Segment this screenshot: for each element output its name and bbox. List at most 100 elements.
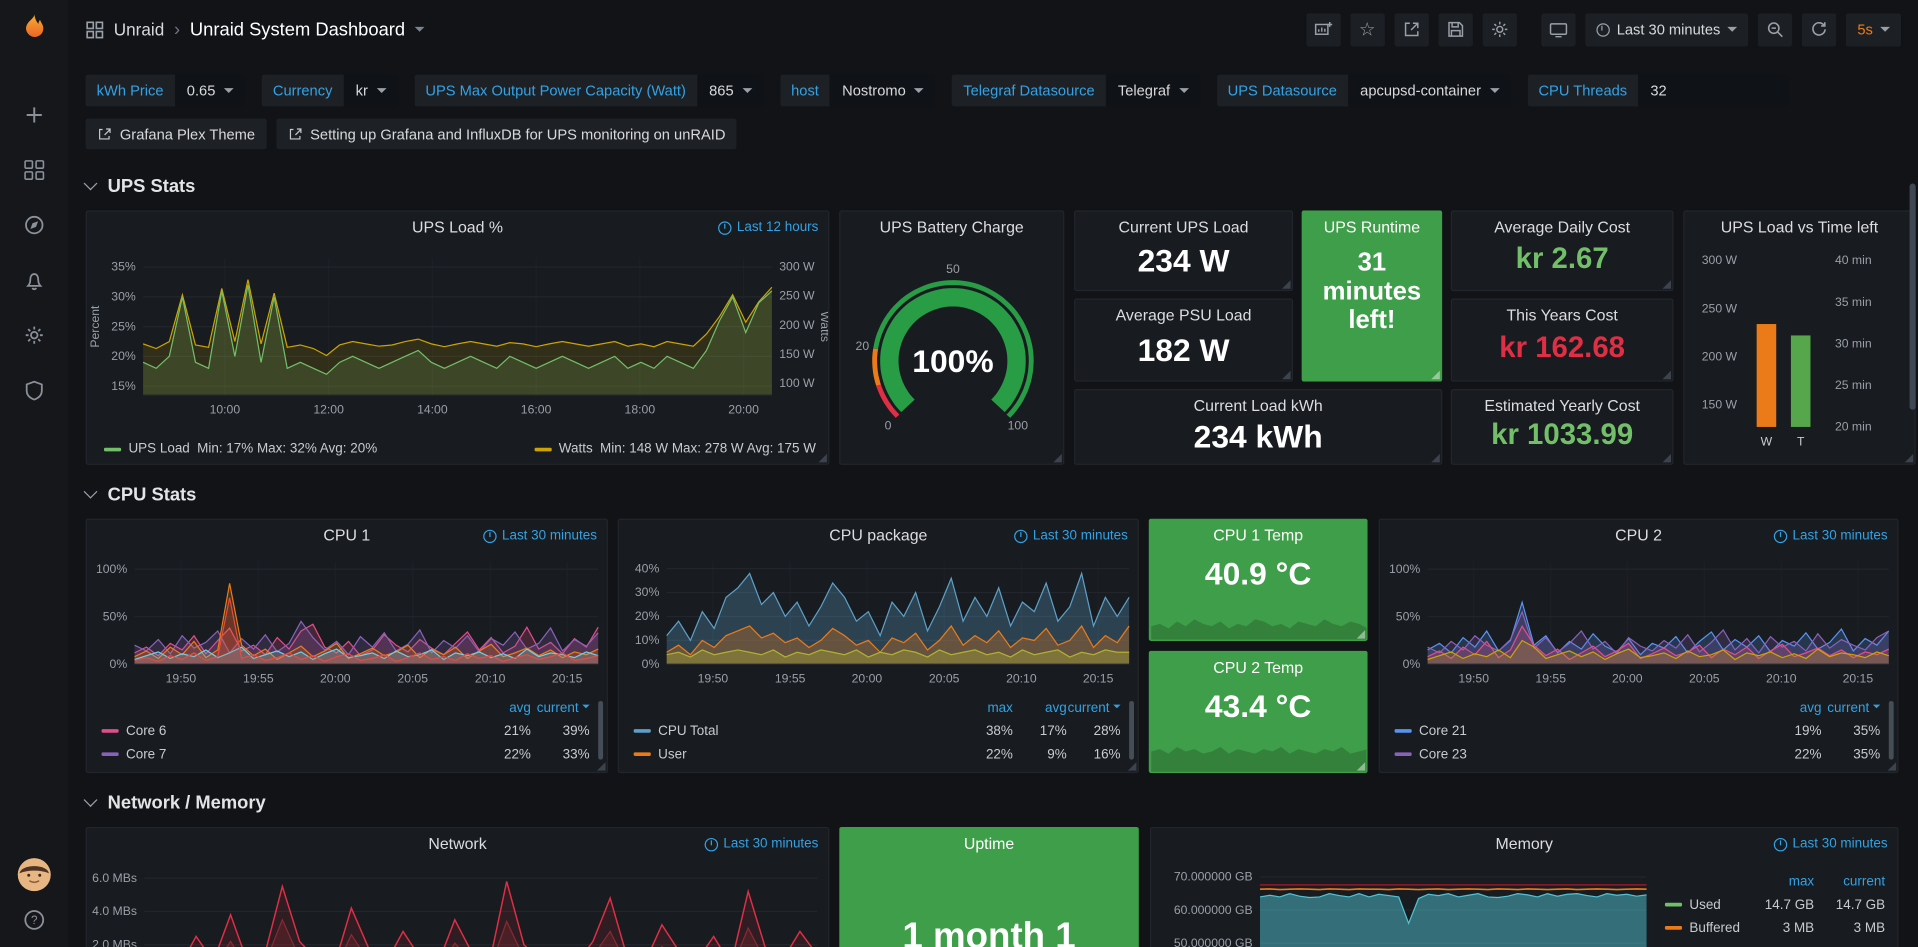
zoom-out-button[interactable]	[1758, 13, 1792, 46]
alerting-bell-icon[interactable]	[22, 268, 46, 292]
panel-title[interactable]: Estimated Yearly Cost	[1452, 396, 1672, 414]
panel-time-label[interactable]: Last 30 minutes	[1774, 837, 1887, 852]
panel-resize-handle[interactable]	[597, 762, 606, 771]
panel-time-label[interactable]: Last 30 minutes	[705, 837, 818, 852]
panel-title[interactable]: Current Load kWh	[1075, 396, 1441, 414]
panel-resize-handle[interactable]	[818, 454, 827, 463]
section-ups-stats[interactable]: UPS Stats	[86, 175, 196, 197]
panel-title[interactable]: UPS Runtime	[1303, 218, 1441, 236]
panel-title[interactable]: Average Daily Cost	[1452, 218, 1672, 236]
variable-value-dropdown[interactable]: 865	[698, 75, 763, 107]
panel-resize-handle[interactable]	[1053, 454, 1062, 463]
series-name[interactable]: UPS Load	[128, 442, 189, 457]
help-icon[interactable]: ?	[22, 908, 46, 932]
legend-scrollbar[interactable]	[598, 701, 603, 760]
panel-time-label[interactable]: Last 30 minutes	[484, 528, 597, 543]
cycle-view-mode-button[interactable]	[1541, 13, 1575, 46]
explore-compass-icon[interactable]	[22, 213, 46, 237]
series-name[interactable]: Core 21	[1419, 724, 1763, 739]
save-dashboard-button[interactable]	[1438, 13, 1472, 46]
legend-col-current[interactable]: current	[1814, 874, 1885, 889]
panel-title[interactable]: CPU 2 Temp	[1150, 658, 1367, 676]
legend-col-avg[interactable]: avg	[472, 700, 531, 715]
create-plus-icon[interactable]	[22, 103, 46, 127]
dashboard-link-ups-guide[interactable]: Setting up Grafana and InfluxDB for UPS …	[276, 119, 737, 150]
panel-resize-handle[interactable]	[1128, 762, 1137, 771]
legend-scrollbar[interactable]	[1129, 701, 1134, 760]
panel-time-label[interactable]: Last 30 minutes	[1015, 528, 1128, 543]
user-avatar[interactable]	[17, 858, 51, 892]
panel-title[interactable]: UPS Load %	[87, 218, 828, 236]
cpu-threads-input[interactable]	[1639, 75, 1788, 107]
panel-resize-handle[interactable]	[1431, 371, 1440, 380]
add-panel-button[interactable]	[1306, 13, 1340, 46]
legend-col-max[interactable]: max	[1743, 874, 1814, 889]
series-name[interactable]: Core 7	[126, 747, 472, 762]
panel-title[interactable]: This Years Cost	[1452, 306, 1672, 324]
battery-gauge[interactable]: 02050100100%	[842, 243, 1065, 458]
configuration-gear-icon[interactable]	[22, 323, 46, 347]
breadcrumb-app[interactable]: Unraid	[114, 20, 164, 40]
series-name[interactable]: Core 6	[126, 724, 472, 739]
panel-resize-handle[interactable]	[1662, 371, 1671, 380]
panel-resize-handle[interactable]	[1357, 762, 1366, 771]
legend-col-current[interactable]: current	[531, 700, 590, 715]
panel-time-label[interactable]: Last 12 hours	[718, 220, 818, 235]
grafana-logo[interactable]	[16, 10, 53, 47]
ups-load-time-left-bar-chart[interactable]: 300 W250 W200 W150 W40 min35 min30 min25…	[1686, 243, 1916, 451]
panel-resize-handle[interactable]	[1662, 454, 1671, 463]
panel-resize-handle[interactable]	[1431, 454, 1440, 463]
legend-col-max[interactable]: max	[959, 700, 1013, 715]
series-name[interactable]: Watts	[559, 442, 593, 457]
legend-scrollbar[interactable]	[1889, 701, 1894, 760]
legend-col-avg[interactable]: avg	[1013, 700, 1067, 715]
series-name[interactable]: Buffered	[1689, 921, 1743, 936]
section-network-memory[interactable]: Network / Memory	[86, 791, 266, 813]
share-dashboard-button[interactable]	[1394, 13, 1428, 46]
variable-value-dropdown[interactable]: apcupsd-container	[1349, 75, 1510, 107]
panel-title[interactable]: Average PSU Load	[1075, 306, 1292, 324]
series-name[interactable]: User	[658, 747, 959, 762]
dashboards-icon[interactable]	[22, 158, 46, 182]
apps-grid-icon[interactable]	[86, 20, 104, 38]
cpu1-chart[interactable]: 19:5019:5520:0020:0520:1020:15100%50%0%	[88, 549, 608, 693]
refresh-button[interactable]	[1802, 13, 1836, 46]
dashboard-caret-icon[interactable]	[415, 27, 425, 37]
panel-title[interactable]: UPS Battery Charge	[840, 218, 1063, 236]
variable-value-dropdown[interactable]: Nostromo	[831, 75, 935, 107]
time-range-picker[interactable]: Last 30 minutes	[1585, 13, 1749, 46]
panel-resize-handle[interactable]	[1905, 454, 1914, 463]
dashboard-title[interactable]: Unraid System Dashboard	[190, 19, 405, 40]
dashboard-settings-button[interactable]	[1482, 13, 1516, 46]
panel-title[interactable]: CPU 1 Temp	[1150, 526, 1367, 544]
ups-load-chart[interactable]: 10:0012:0014:0016:0018:0020:0035%30%25%2…	[87, 241, 828, 427]
panel-resize-handle[interactable]	[1662, 280, 1671, 289]
legend-col-current[interactable]: current	[1067, 700, 1121, 715]
panel-resize-handle[interactable]	[1282, 280, 1291, 289]
variable-value-dropdown[interactable]: 0.65	[176, 75, 245, 107]
panel-resize-handle[interactable]	[1282, 371, 1291, 380]
variable-value-dropdown[interactable]: kr	[345, 75, 398, 107]
dashboard-link-plex-theme[interactable]: Grafana Plex Theme	[86, 119, 266, 150]
series-name[interactable]: Core 23	[1419, 747, 1763, 762]
server-admin-shield-icon[interactable]	[22, 378, 46, 402]
page-scrollbar[interactable]	[1910, 183, 1916, 409]
series-name[interactable]: CPU Total	[658, 724, 959, 739]
network-chart[interactable]: 6.0 MBs4.0 MBs2.0 MBs	[88, 858, 829, 947]
cpu2-chart[interactable]: 19:5019:5520:0020:0520:1020:15100%50%0%	[1381, 549, 1898, 693]
series-name[interactable]: Used	[1689, 897, 1743, 912]
section-cpu-stats[interactable]: CPU Stats	[86, 483, 197, 505]
memory-chart[interactable]: 70.000000 GB60.000000 GB50.000000 GB	[1152, 858, 1656, 947]
legend-col-current[interactable]: current	[1821, 700, 1880, 715]
variable-value-dropdown[interactable]: Telegraf	[1107, 75, 1200, 107]
star-dashboard-button[interactable]: ☆	[1350, 13, 1384, 46]
legend-col-avg[interactable]: avg	[1763, 700, 1822, 715]
panel-resize-handle[interactable]	[1888, 762, 1897, 771]
panel-title[interactable]: Uptime	[840, 834, 1137, 852]
cpu-package-chart[interactable]: 19:5019:5520:0020:0520:1020:1540%30%20%1…	[620, 549, 1139, 693]
refresh-interval-dropdown[interactable]: 5s	[1846, 13, 1901, 46]
panel-title[interactable]: Current UPS Load	[1075, 218, 1292, 236]
panel-resize-handle[interactable]	[1357, 630, 1366, 639]
panel-title[interactable]: UPS Load vs Time left	[1684, 218, 1914, 236]
panel-time-label[interactable]: Last 30 minutes	[1774, 528, 1887, 543]
